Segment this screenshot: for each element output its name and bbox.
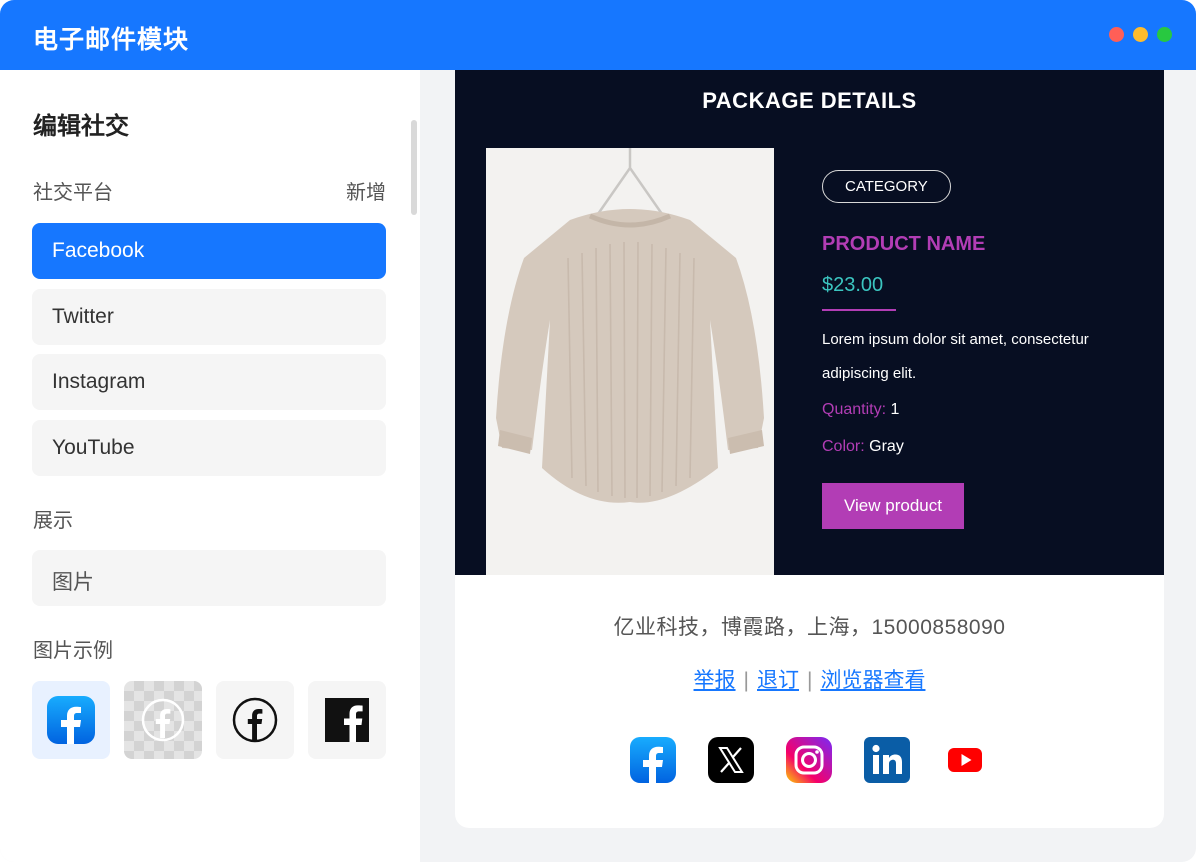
company-address: 亿业科技，博霞路，上海，15000858090 bbox=[613, 616, 1006, 639]
icon-style-square-black[interactable] bbox=[308, 681, 386, 759]
product-price: $23.00 bbox=[822, 274, 884, 296]
facebook-link[interactable] bbox=[630, 737, 676, 783]
platform-item-twitter[interactable]: Twitter bbox=[32, 289, 386, 345]
title-bar: 电子邮件模块 bbox=[0, 0, 1196, 70]
product-info: CATEGORY PRODUCT NAME $23.00 Lorem ipsum… bbox=[822, 170, 1132, 529]
social-icons bbox=[630, 737, 988, 783]
facebook-icon bbox=[630, 737, 676, 783]
facebook-square-black-icon bbox=[325, 698, 369, 742]
icon-style-circle-outline[interactable] bbox=[216, 681, 294, 759]
window-title: 电子邮件模块 bbox=[33, 26, 190, 54]
quantity-value: 1 bbox=[890, 401, 900, 418]
color-label: Color: bbox=[822, 438, 865, 455]
maximize-dot[interactable] bbox=[1157, 27, 1172, 42]
platform-item-instagram[interactable]: Instagram bbox=[32, 354, 386, 410]
display-select[interactable]: 图片 bbox=[32, 550, 386, 606]
x-link[interactable] bbox=[708, 737, 754, 783]
email-module-window: 电子邮件模块 编辑社交 社交平台 新增 Facebook Twitter Ins… bbox=[0, 0, 1196, 862]
product-description: Lorem ipsum dolor sit amet, consectetur … bbox=[822, 331, 1089, 382]
facebook-faded-icon bbox=[141, 698, 185, 742]
linkedin-icon bbox=[864, 737, 910, 783]
display-label: 展示 bbox=[33, 510, 73, 532]
footer-links: 举报 | 退订 | 浏览器查看 bbox=[455, 664, 1164, 694]
view-product-button[interactable]: View product bbox=[822, 483, 964, 529]
sweater-image bbox=[486, 148, 774, 575]
facebook-circle-outline-icon bbox=[232, 697, 278, 743]
category-badge[interactable]: CATEGORY bbox=[822, 170, 951, 203]
price-divider bbox=[822, 309, 896, 311]
x-icon bbox=[708, 737, 754, 783]
platforms-label: 社交平台 bbox=[33, 182, 113, 204]
color-row: Color: Gray bbox=[822, 428, 1132, 465]
color-value: Gray bbox=[869, 438, 904, 455]
link-separator: | bbox=[807, 669, 813, 692]
facebook-gradient-icon bbox=[47, 696, 95, 744]
report-link[interactable]: 举报 bbox=[694, 669, 736, 692]
close-dot[interactable] bbox=[1109, 27, 1124, 42]
platform-item-facebook[interactable]: Facebook bbox=[32, 223, 386, 279]
add-platform-button[interactable]: 新增 bbox=[346, 176, 386, 205]
link-separator: | bbox=[743, 669, 749, 692]
package-details-title: PACKAGE DETAILS bbox=[702, 88, 917, 113]
icon-style-gradient[interactable] bbox=[32, 681, 110, 759]
platform-item-youtube[interactable]: YouTube bbox=[32, 420, 386, 476]
youtube-link[interactable] bbox=[942, 737, 988, 783]
instagram-link[interactable] bbox=[786, 737, 832, 783]
package-details-section: PACKAGE DETAILS CATEGORY PRODUCT NAME $2… bbox=[455, 70, 1164, 575]
product-name: PRODUCT NAME bbox=[822, 233, 986, 255]
youtube-icon bbox=[948, 748, 982, 772]
icon-style-faded[interactable] bbox=[124, 681, 202, 759]
window-controls bbox=[1109, 27, 1172, 42]
email-preview: PACKAGE DETAILS CATEGORY PRODUCT NAME $2… bbox=[455, 70, 1164, 828]
icon-style-options bbox=[32, 681, 386, 759]
product-image bbox=[486, 148, 774, 575]
instagram-icon bbox=[786, 737, 832, 783]
quantity-label: Quantity: bbox=[822, 401, 887, 418]
examples-label: 图片示例 bbox=[33, 640, 113, 662]
minimize-dot[interactable] bbox=[1133, 27, 1148, 42]
view-in-browser-link[interactable]: 浏览器查看 bbox=[820, 669, 925, 692]
linkedin-link[interactable] bbox=[864, 737, 910, 783]
panel-scrollbar[interactable] bbox=[411, 120, 417, 215]
panel-heading: 编辑社交 bbox=[33, 113, 129, 140]
edit-social-panel: 编辑社交 社交平台 新增 Facebook Twitter Instagram … bbox=[0, 70, 420, 862]
quantity-row: Quantity: 1 bbox=[822, 391, 1132, 428]
unsubscribe-link[interactable]: 退订 bbox=[757, 669, 799, 692]
